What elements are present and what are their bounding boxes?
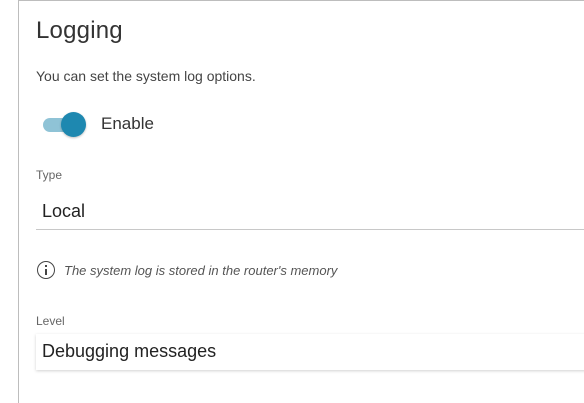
enable-toggle[interactable] bbox=[41, 111, 87, 137]
enable-toggle-row[interactable]: Enable bbox=[41, 110, 154, 138]
level-select-value: Debugging messages bbox=[42, 341, 217, 361]
level-field-label: Level bbox=[36, 314, 65, 328]
type-field-label: Type bbox=[36, 168, 63, 182]
info-text: The system log is stored in the router's… bbox=[64, 262, 338, 278]
toggle-knob[interactable] bbox=[61, 112, 86, 137]
type-select-value: Local bbox=[42, 201, 86, 221]
enable-label: Enable bbox=[101, 114, 154, 133]
info-icon bbox=[37, 261, 55, 279]
level-select[interactable]: Debugging messages bbox=[36, 334, 584, 370]
section-description: You can set the system log options. bbox=[36, 68, 256, 84]
type-select[interactable]: Local bbox=[36, 194, 584, 230]
type-select-underline bbox=[36, 229, 584, 230]
logging-panel: Logging You can set the system log optio… bbox=[18, 0, 584, 403]
info-note: The system log is stored in the router's… bbox=[37, 261, 337, 279]
page-title: Logging bbox=[36, 17, 123, 44]
